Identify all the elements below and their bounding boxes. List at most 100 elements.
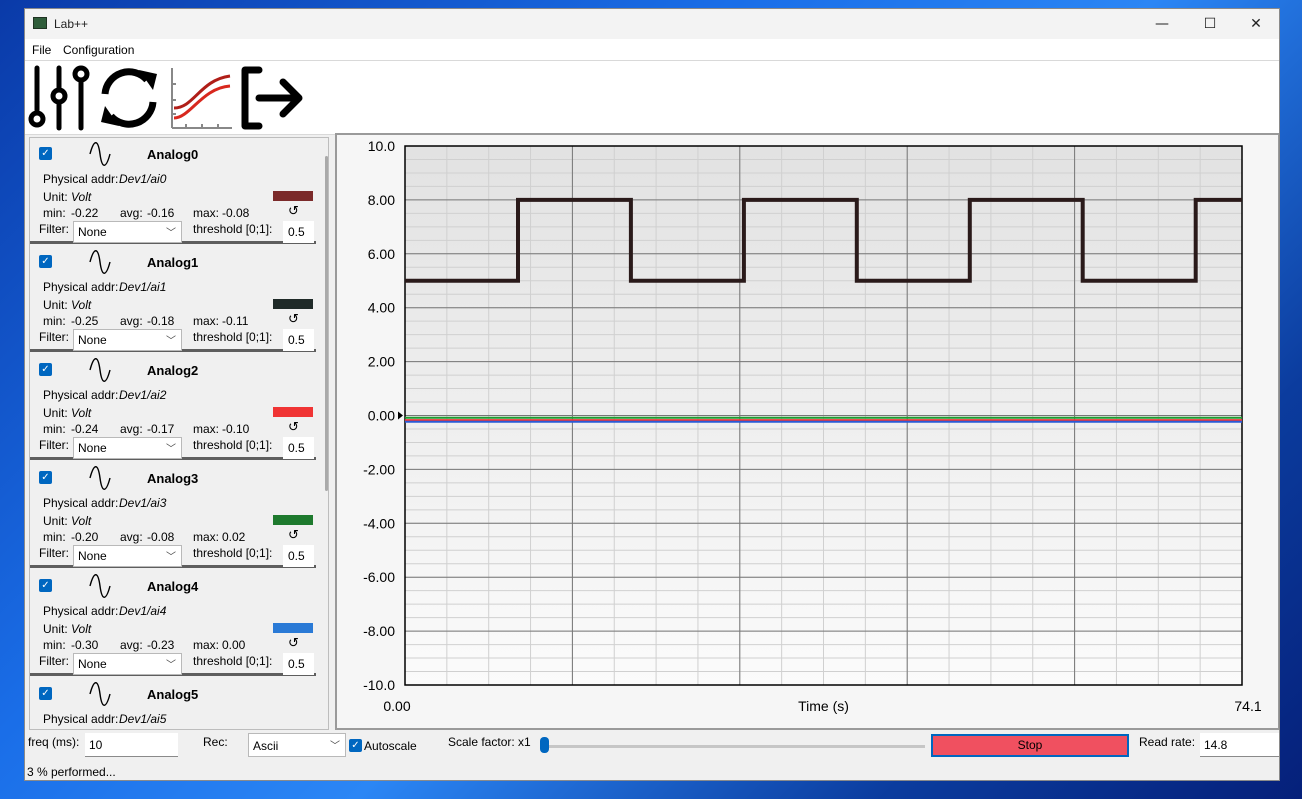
close-button[interactable]: ✕: [1233, 9, 1279, 39]
min-label: min:: [43, 638, 66, 652]
toolbar: [25, 60, 1279, 135]
autoscale-label: Autoscale: [364, 739, 417, 753]
app-icon: [33, 17, 47, 29]
filter-select[interactable]: None ﹀: [73, 329, 182, 351]
y-tick-label: 10.0: [368, 138, 395, 154]
freq-label: freq (ms):: [28, 735, 80, 749]
channel-name: Analog1: [147, 255, 199, 270]
minimize-button[interactable]: —: [1139, 9, 1185, 39]
filter-label: Filter:: [39, 330, 69, 344]
channel-color-swatch[interactable]: [273, 623, 313, 633]
stop-button[interactable]: Stop: [931, 734, 1129, 757]
channel-checkbox[interactable]: ✓: [39, 255, 52, 268]
y-tick-label: -4.00: [363, 515, 395, 531]
menu-file[interactable]: File: [32, 43, 51, 57]
channel-checkbox[interactable]: ✓: [39, 363, 52, 376]
threshold-input[interactable]: 0.5: [283, 437, 314, 459]
autoscale-checkbox[interactable]: ✓: [349, 739, 362, 752]
reset-icon[interactable]: ↺: [288, 204, 299, 219]
filter-label: Filter:: [39, 438, 69, 452]
chevron-down-icon: ﹀: [166, 228, 176, 239]
reset-icon[interactable]: ↺: [288, 420, 299, 435]
avg-value: -0.08: [147, 530, 175, 544]
physical-addr-label: Physical addr:: [43, 388, 119, 402]
refresh-icon[interactable]: [95, 64, 163, 132]
channel-panel: ✓ Analog0 Physical addr: Dev1/ai0 Unit: Volt m…: [30, 138, 316, 244]
filter-select[interactable]: None ﹀: [73, 437, 182, 459]
channel-color-swatch[interactable]: [273, 407, 313, 417]
sliders-icon[interactable]: [27, 64, 95, 132]
physical-addr-label: Physical addr:: [43, 712, 119, 726]
channel-color-swatch[interactable]: [273, 299, 313, 309]
read-rate-value: 14.8: [1200, 733, 1279, 757]
filter-label: Filter:: [39, 654, 69, 668]
channel-panel: ✓ Analog4 Physical addr: Dev1/ai4 Unit: Volt m…: [30, 570, 316, 676]
physical-addr-value: Dev1/ai1: [119, 280, 167, 294]
scrollbar-thumb[interactable]: [325, 156, 328, 491]
max-value: -0.08: [222, 206, 250, 220]
physical-addr-value: Dev1/ai0: [119, 172, 167, 186]
reset-icon[interactable]: ↺: [288, 636, 299, 651]
time-chart: 10.0 8.00 6.00 4.00 2.00 0.00 -2.00 -4.00 -6.00 -…: [363, 138, 1262, 714]
channel-color-swatch[interactable]: [273, 191, 313, 201]
y-tick-label: -6.00: [363, 569, 395, 585]
rec-select[interactable]: Ascii ﹀: [248, 733, 346, 757]
unit-label: Unit:: [43, 622, 68, 636]
read-rate-label: Read rate:: [1139, 735, 1196, 749]
avg-label: avg:: [120, 422, 143, 436]
threshold-input[interactable]: 0.5: [283, 221, 314, 243]
avg-value: -0.17: [147, 422, 175, 436]
channel-name: Analog4: [147, 579, 199, 594]
scale-factor-track[interactable]: [540, 745, 925, 748]
freq-input[interactable]: 10: [85, 733, 178, 757]
min-label: min:: [43, 314, 66, 328]
chevron-down-icon: ﹀: [330, 741, 340, 752]
physical-addr-value: Dev1/ai3: [119, 496, 167, 510]
reset-icon[interactable]: ↺: [288, 528, 299, 543]
sine-wave-icon: [89, 250, 111, 274]
channel-list: ✓ Analog0 Physical addr: Dev1/ai0 Unit: Volt m…: [29, 137, 329, 730]
threshold-label: threshold [0;1]:: [193, 654, 273, 668]
stop-button-label: Stop: [1017, 738, 1043, 752]
threshold-label: threshold [0;1]:: [193, 330, 273, 344]
channel-color-swatch[interactable]: [273, 515, 313, 525]
filter-label: Filter:: [39, 222, 69, 236]
threshold-input[interactable]: 0.5: [283, 545, 314, 567]
max-label: max:: [193, 422, 220, 436]
filter-select[interactable]: None ﹀: [73, 653, 182, 675]
channel-panel: ✓ Analog5 Physical addr: Dev1/ai5: [30, 678, 316, 729]
physical-addr-label: Physical addr:: [43, 604, 119, 618]
sine-wave-icon: [89, 574, 111, 598]
min-value: -0.25: [71, 314, 99, 328]
channel-checkbox[interactable]: ✓: [39, 147, 52, 160]
threshold-input[interactable]: 0.5: [283, 653, 314, 675]
avg-label: avg:: [120, 530, 143, 544]
filter-select[interactable]: None ﹀: [73, 545, 182, 567]
min-label: min:: [43, 530, 66, 544]
channel-checkbox[interactable]: ✓: [39, 579, 52, 592]
scale-factor-slider[interactable]: [540, 737, 549, 753]
maximize-button[interactable]: ☐: [1187, 9, 1233, 39]
unit-value: Volt: [71, 190, 92, 204]
min-value: -0.30: [71, 638, 99, 652]
app-window: Lab++ — ☐ ✕ File Configuration ✓ Analog0…: [24, 8, 1280, 781]
chevron-down-icon: ﹀: [166, 552, 176, 563]
y-tick-label: -2.00: [363, 461, 395, 477]
unit-value: Volt: [71, 406, 92, 420]
y-tick-label: -10.0: [363, 677, 395, 693]
chart-icon[interactable]: [166, 64, 234, 132]
max-value: 0.00: [222, 638, 246, 652]
menu-configuration[interactable]: Configuration: [63, 43, 134, 57]
channel-checkbox[interactable]: ✓: [39, 471, 52, 484]
sine-wave-icon: [89, 358, 111, 382]
min-label: min:: [43, 206, 66, 220]
max-value: 0.02: [222, 530, 246, 544]
exit-icon[interactable]: [237, 64, 305, 132]
unit-label: Unit:: [43, 514, 68, 528]
reset-icon[interactable]: ↺: [288, 312, 299, 327]
channel-checkbox[interactable]: ✓: [39, 687, 52, 700]
max-label: max:: [193, 638, 220, 652]
filter-select[interactable]: None ﹀: [73, 221, 182, 243]
filter-select-value: None: [78, 441, 107, 455]
threshold-input[interactable]: 0.5: [283, 329, 314, 351]
